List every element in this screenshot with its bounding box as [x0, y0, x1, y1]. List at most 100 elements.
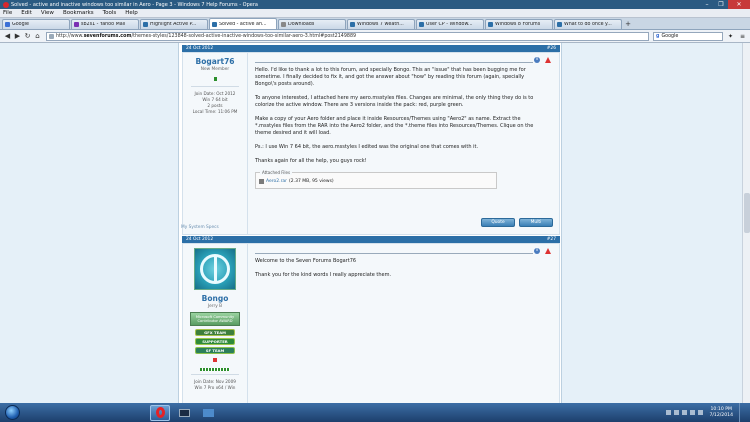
post: Bongo Jerry B Microsoft Community Contri… — [182, 243, 560, 403]
volume-icon[interactable] — [698, 410, 704, 415]
tab[interactable]: User CP - Window... — [416, 19, 484, 29]
tab[interactable]: sb2s1 - Yahoo Mail — [71, 19, 139, 29]
post-number[interactable]: #26 — [547, 46, 556, 51]
message-divider — [255, 62, 533, 63]
user-title: New Member — [200, 67, 230, 72]
menu-edit[interactable]: Edit — [21, 10, 32, 16]
reload-icon[interactable]: ↻ — [23, 32, 32, 41]
tab-label: User CP - Window... — [426, 22, 473, 27]
menu-help[interactable]: Help — [125, 10, 138, 16]
post-number[interactable]: #27 — [547, 237, 556, 242]
divider — [191, 374, 239, 375]
username[interactable]: Bogart76 — [183, 57, 247, 66]
avatar[interactable] — [194, 248, 236, 290]
network-icon[interactable] — [690, 410, 696, 415]
favicon-icon — [557, 22, 562, 27]
window-controls: – ❐ ✕ — [700, 0, 750, 9]
monitor-icon — [178, 408, 190, 417]
attachment-meta: (2.37 MB, 95 views) — [289, 179, 334, 184]
info-icon[interactable]: i — [534, 57, 540, 63]
maximize-button[interactable]: ❐ — [714, 0, 728, 9]
wand-icon[interactable]: ✦ — [726, 32, 735, 41]
attachment: Aero2.rar (2.37 MB, 95 views) — [259, 179, 334, 184]
post-header: 24 Oct 2012 #27 — [182, 236, 560, 243]
system-specs-link[interactable]: My System Specs — [181, 225, 219, 230]
tab[interactable]: Highlight Active P... — [140, 19, 208, 29]
message-column: i Welcome to the Seven Forums Bogart76 T… — [255, 244, 555, 286]
new-tab-button[interactable]: + — [623, 19, 633, 29]
tab[interactable]: What to do once y... — [554, 19, 622, 29]
report-icon[interactable] — [545, 57, 551, 63]
post: Bogart76 New Member Join Date: Oct 2012 … — [182, 52, 560, 235]
back-icon[interactable]: ◀ — [3, 32, 12, 41]
system-tray: 10:10 PM 7/12/2014 — [666, 403, 750, 422]
taskbar-screen-button[interactable] — [174, 405, 194, 421]
message-paragraph: Make a copy of your Aero folder and plac… — [255, 116, 534, 136]
show-desktop-button[interactable] — [739, 403, 744, 422]
tab[interactable]: Solved - active an... — [209, 18, 277, 29]
search-field[interactable]: g Google — [653, 31, 723, 41]
gift-icon — [213, 358, 217, 362]
tab-label: Windows 8 Forums — [495, 22, 541, 27]
message-text: Hello. I'd like to thank a lot to this f… — [255, 67, 545, 165]
opera-icon — [155, 407, 165, 418]
home-icon[interactable]: ⌂ — [33, 32, 42, 41]
url-prefix: http://www. — [56, 33, 84, 39]
menu-bookmarks[interactable]: Bookmarks — [63, 10, 94, 16]
google-icon: g — [656, 33, 660, 39]
tab[interactable]: Downloads — [278, 19, 346, 29]
post-icons: i — [534, 248, 551, 254]
tab-label: Downloads — [288, 22, 315, 27]
menu-view[interactable]: View — [41, 10, 54, 16]
tray-icon[interactable] — [674, 410, 680, 415]
divider — [191, 86, 239, 87]
tray-icon[interactable] — [682, 410, 688, 415]
message-paragraph: Hello. I'd like to thank a lot to this f… — [255, 67, 526, 87]
reputation-bar — [200, 368, 230, 371]
user-os: Win 7 Pro x64 / Win — [194, 385, 236, 390]
minimize-button[interactable]: – — [700, 0, 714, 9]
menu-icon[interactable]: ≡ — [738, 32, 747, 41]
message-paragraph: Thanks again for all the help, you guys … — [255, 158, 367, 164]
post-date: 24 Oct 2012 — [186, 46, 214, 51]
post-header: 24 Oct 2012 #26 — [182, 45, 560, 52]
scrollbar-thumb[interactable] — [744, 193, 750, 233]
gfx-team-badge: GFX TEAM — [195, 329, 235, 336]
tray-icon[interactable] — [666, 410, 672, 415]
start-button[interactable] — [5, 405, 20, 420]
report-icon[interactable] — [545, 248, 551, 254]
taskbar: 10:10 PM 7/12/2014 — [0, 403, 750, 422]
message-divider — [255, 253, 533, 254]
post-date: 24 Oct 2012 — [186, 237, 214, 242]
info-icon[interactable]: i — [534, 248, 540, 254]
clock[interactable]: 10:10 PM 7/12/2014 — [709, 407, 733, 419]
attached-files-box: Attached Files Aero2.rar (2.37 MB, 95 vi… — [255, 170, 497, 189]
menu-tools[interactable]: Tools — [103, 10, 117, 16]
message-column: i Hello. I'd like to thank a lot to this… — [255, 53, 555, 189]
tab[interactable]: Windows 7 weath... — [347, 19, 415, 29]
tab-label: Windows 7 weath... — [357, 22, 404, 27]
close-button[interactable]: ✕ — [728, 0, 750, 9]
taskbar-opera-button[interactable] — [150, 404, 170, 421]
tab-label: Highlight Active P... — [150, 22, 197, 27]
taskbar-window-button[interactable] — [198, 405, 218, 421]
supporter-badge: SUPPORTER — [195, 338, 235, 345]
attachment-link[interactable]: Aero2.rar — [266, 179, 287, 184]
forward-icon[interactable]: ▶ — [13, 32, 22, 41]
reputation-bar — [213, 77, 217, 81]
favicon-icon — [212, 21, 217, 27]
page-scrollbar[interactable] — [742, 43, 750, 403]
url-field[interactable]: http://www. sevenforums.com/themes-styles… — [46, 31, 649, 41]
menu-file[interactable]: File — [3, 10, 12, 16]
tab[interactable]: Google — [2, 19, 70, 29]
address-bar: ◀ ▶ ↻ ⌂ http://www. sevenforums.com/theme… — [0, 30, 750, 43]
message-paragraph: To anyone interested, I attached here my… — [255, 95, 534, 108]
multi-quote-button[interactable]: Multi — [519, 218, 553, 227]
username[interactable]: Bongo — [183, 294, 247, 303]
tab[interactable]: Windows 8 Forums — [485, 19, 553, 29]
window-title: Solved - active and inactive windows too… — [11, 1, 258, 8]
url-domain: sevenforums.com — [83, 33, 132, 39]
opera-icon — [3, 1, 9, 8]
quote-button[interactable]: Quote — [481, 218, 515, 227]
favicon-icon — [488, 22, 493, 27]
